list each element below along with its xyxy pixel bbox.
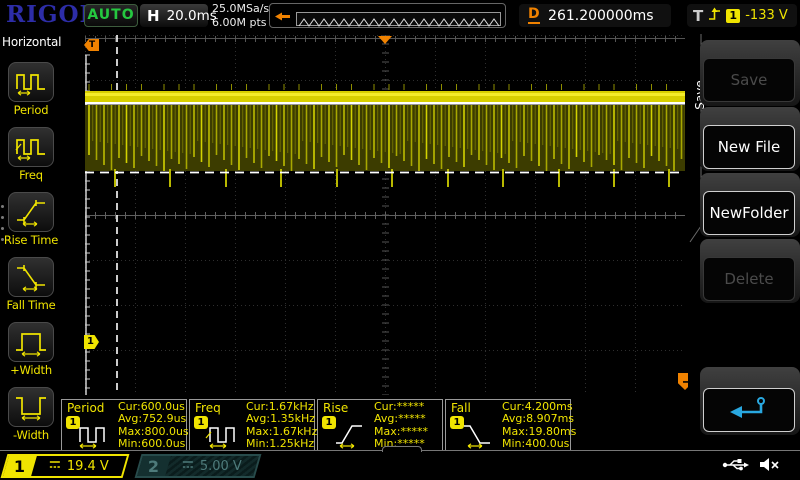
delay-label: D: [528, 7, 540, 24]
acquisition-info: 25.0MSa/s 6.00M pts: [212, 2, 269, 29]
dc-coupling-icon: [182, 459, 194, 474]
memory-waveform-thumbnail: [296, 12, 501, 26]
menu-item-rise-time[interactable]: Rise Time: [0, 192, 62, 257]
trigger-source-badge: 1: [726, 9, 740, 23]
timebase-value: 20.0ms: [167, 8, 217, 24]
horizontal-menu-items: Period Freq Rise Time Fall Time +Width -Width: [0, 62, 62, 452]
trigger-position-arrow-icon: [274, 6, 291, 25]
top-status-bar: RIGOL AUTO H 20.0ms 25.0MSa/s 6.00M pts …: [0, 0, 800, 30]
fall-meas-icon: [460, 421, 496, 453]
menu-item-fall-time[interactable]: Fall Time: [0, 257, 62, 322]
freq-meas-icon: [204, 421, 240, 453]
status-icons: [722, 456, 782, 477]
channel-1-scale: 19.4 V: [67, 459, 109, 474]
channel-1-indicator[interactable]: 1 19.4 V: [1, 454, 130, 478]
trigger-level-value: -133 V: [745, 8, 788, 23]
delay-value: 261.200000ms: [540, 8, 662, 24]
measurement-value: Min:600.0us: [118, 438, 189, 450]
measurement-panel-freq[interactable]: Freq1Cur:1.67kHzAvg:1.35kHzMax:1.67kHzMi…: [189, 399, 315, 451]
trigger-label: T: [693, 7, 703, 25]
bottom-bar-notch: [382, 446, 422, 452]
usb-icon: [722, 457, 750, 476]
channel-2-indicator[interactable]: 2 5.00 V: [135, 454, 262, 478]
save-menu: Save SaveNew FileNewFolderDelete: [688, 30, 800, 450]
measurement-values: Cur:1.67kHzAvg:1.35kHzMax:1.67kHzMin:1.2…: [246, 401, 317, 450]
menu-item-period[interactable]: Period: [0, 62, 62, 127]
measurement-values: Cur:*****Avg:*****Max:*****Min:*****: [374, 401, 428, 450]
rising-edge-icon: [708, 6, 721, 26]
menu-item-width[interactable]: +Width: [0, 322, 62, 387]
period-meas-icon: [76, 421, 112, 453]
measurement-value: Min:400.0us: [502, 438, 576, 450]
new-file-button[interactable]: New File: [703, 125, 795, 169]
sample-rate: 25.0MSa/s: [212, 2, 269, 16]
measurement-title: Freq: [195, 401, 221, 415]
minus-width-icon[interactable]: [8, 387, 54, 427]
newfolder-button-block: NewFolder: [700, 173, 800, 237]
menu-page-dots: [1, 197, 4, 249]
return-arrow-icon: [726, 394, 772, 426]
menu-item-label: Fall Time: [0, 298, 62, 312]
measurement-values: Cur:4.200msAvg:8.907msMax:19.80msMin:400…: [502, 401, 576, 450]
bottom-status-bar: 1 19.4 V 2 5.00 V: [0, 450, 800, 480]
horizontal-measure-menu: Horizontal Period Freq Rise Time Fall Time +…: [0, 30, 62, 450]
newfolder-button[interactable]: NewFolder: [703, 191, 795, 235]
waveform-position-preview[interactable]: [269, 3, 506, 28]
h-label: H: [147, 7, 160, 25]
delete-button[interactable]: Delete: [703, 257, 795, 301]
fall-time-icon[interactable]: [8, 257, 54, 297]
oscilloscope-screen: RIGOL AUTO H 20.0ms 25.0MSa/s 6.00M pts …: [0, 0, 800, 480]
measurement-value: Avg:8.907ms: [502, 413, 576, 425]
dc-coupling-icon: [49, 459, 61, 474]
measurement-value: Min:1.25kHz: [246, 438, 317, 450]
menu-item-width[interactable]: -Width: [0, 387, 62, 452]
freq-icon[interactable]: [8, 127, 54, 167]
menu-item-label: Period: [0, 103, 62, 117]
rise-time-icon[interactable]: [8, 192, 54, 232]
delay-indicator[interactable]: D 261.200000ms: [519, 4, 671, 27]
run-status-badge: AUTO: [84, 4, 138, 27]
channel-2-scale: 5.00 V: [200, 459, 242, 474]
measurement-title: Period: [67, 401, 104, 415]
measurement-value: Avg:*****: [374, 413, 428, 425]
menu-item-label: Freq: [0, 168, 62, 182]
save-button-block: Save: [700, 40, 800, 106]
measurement-title: Rise: [323, 401, 348, 415]
waveform-display: T T 1: [85, 35, 685, 395]
menu-item-label: +Width: [0, 363, 62, 377]
trigger-indicator[interactable]: T 1 -133 V: [687, 4, 797, 27]
measurement-value: Avg:1.35kHz: [246, 413, 317, 425]
plus-width-icon[interactable]: [8, 322, 54, 362]
horizontal-timebase-box[interactable]: H 20.0ms: [140, 4, 208, 27]
measurement-title: Fall: [451, 401, 471, 415]
menu-item-label: -Width: [0, 428, 62, 442]
period-icon[interactable]: [8, 62, 54, 102]
new-file-button-block: New File: [700, 107, 800, 171]
measurement-panel-fall[interactable]: Fall1Cur:4.200msAvg:8.907msMax:19.80msMi…: [445, 399, 571, 451]
menu-title: Horizontal: [0, 30, 62, 49]
delete-button-block: Delete: [700, 239, 800, 303]
menu-item-freq[interactable]: Freq: [0, 127, 62, 192]
rise-meas-icon: [332, 421, 368, 453]
return-button[interactable]: [703, 388, 795, 432]
measurement-value: Avg:752.9us: [118, 413, 189, 425]
measurement-panel-rise[interactable]: Rise1Cur:*****Avg:*****Max:*****Min:****…: [317, 399, 443, 451]
measurement-panel-period[interactable]: Period1Cur:600.0usAvg:752.9usMax:800.0us…: [61, 399, 187, 451]
menu-item-label: Rise Time: [0, 233, 62, 247]
return-button-block: [700, 367, 800, 435]
speaker-muted-icon: [758, 456, 782, 477]
save-button[interactable]: Save: [703, 58, 795, 102]
memory-depth: 6.00M pts: [212, 16, 269, 30]
measurement-values: Cur:600.0usAvg:752.9usMax:800.0usMin:600…: [118, 401, 189, 450]
waveform-plot: [85, 35, 685, 395]
